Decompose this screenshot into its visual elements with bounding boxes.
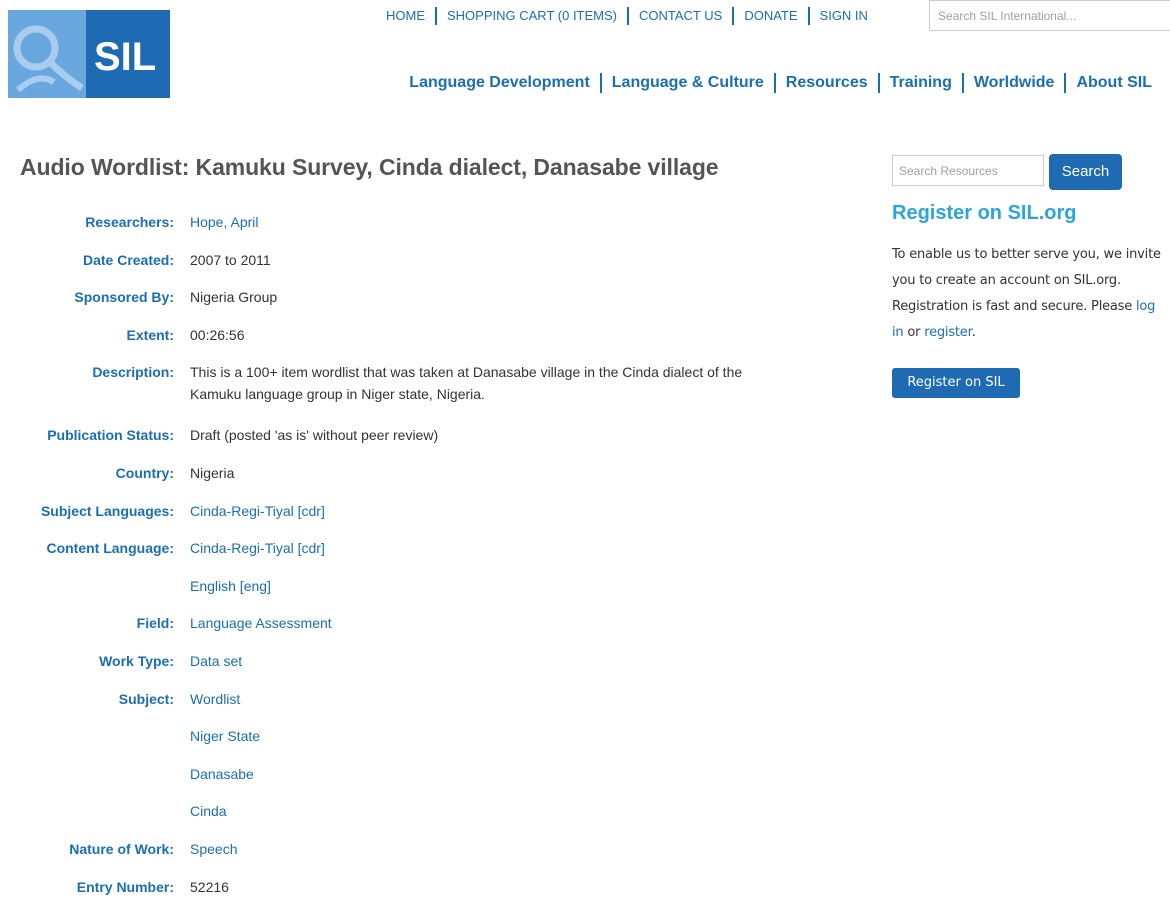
detail-value: 00:26:56 xyxy=(190,326,245,343)
detail-label: Description: xyxy=(92,364,174,381)
logo-text: SIL xyxy=(94,35,156,79)
detail-label: Sponsored By: xyxy=(74,289,174,306)
main-nav-about-sil[interactable]: About SIL xyxy=(1064,73,1162,93)
detail-value: Nigeria xyxy=(190,464,235,481)
util-nav-contact[interactable]: CONTACT US xyxy=(627,7,732,25)
resources-search-input[interactable] xyxy=(892,155,1044,186)
register-button[interactable]: Register on SIL xyxy=(892,368,1020,398)
detail-row-content-language-2: English [eng] xyxy=(0,575,790,613)
detail-row-work-type: Work Type: Data set xyxy=(0,650,790,688)
nature-link[interactable]: Speech xyxy=(190,841,237,857)
main-nav-language-culture[interactable]: Language & Culture xyxy=(599,73,774,93)
detail-row-sponsored: Sponsored By: Nigeria Group xyxy=(0,286,790,324)
content-language-link[interactable]: English [eng] xyxy=(190,578,271,594)
subject-link[interactable]: Niger State xyxy=(190,728,260,744)
register-heading: Register on SIL.org xyxy=(892,202,1077,224)
register-link[interactable]: register xyxy=(924,325,972,340)
detail-label: Nature of Work: xyxy=(69,840,174,857)
util-nav-donate[interactable]: DONATE xyxy=(732,7,807,25)
detail-value: 52216 xyxy=(190,878,229,895)
detail-row-description: Description: This is a 100+ item wordlis… xyxy=(0,361,790,424)
subject-link[interactable]: Danasabe xyxy=(190,766,254,782)
field-link[interactable]: Language Assessment xyxy=(190,615,332,631)
detail-row-extent: Extent: 00:26:56 xyxy=(0,324,790,362)
detail-label: Work Type: xyxy=(99,652,174,669)
researcher-link[interactable]: Hope, April xyxy=(190,214,258,230)
detail-row-field: Field: Language Assessment xyxy=(0,612,790,650)
util-nav-home[interactable]: HOME xyxy=(376,7,435,25)
register-text: To enable us to better serve you, we inv… xyxy=(892,247,1161,340)
sil-emblem-icon xyxy=(8,10,86,98)
detail-row-researchers: Researchers: Hope, April xyxy=(0,211,790,249)
main-nav: Language Development Language & Culture … xyxy=(399,72,1162,94)
content-language-link[interactable]: Cinda-Regi-Tiyal [cdr] xyxy=(190,540,325,556)
util-nav-sign-in[interactable]: SIGN IN xyxy=(807,7,878,25)
main-nav-resources[interactable]: Resources xyxy=(773,73,878,93)
detail-value: 2007 to 2011 xyxy=(190,251,271,268)
detail-value: This is a 100+ item wordlist that was ta… xyxy=(190,364,743,403)
detail-row-country: Country: Nigeria xyxy=(0,462,790,500)
detail-row-subject-3: Danasabe xyxy=(0,763,790,801)
site-search-input[interactable] xyxy=(929,0,1170,31)
detail-label: Country: xyxy=(115,464,174,481)
sil-wordmark: SIL xyxy=(86,10,170,98)
detail-label: Entry Number: xyxy=(76,878,174,895)
detail-row-content-language: Content Language: Cinda-Regi-Tiyal [cdr] xyxy=(0,537,790,575)
subject-link[interactable]: Wordlist xyxy=(190,691,240,707)
page-title: Audio Wordlist: Kamuku Survey, Cinda dia… xyxy=(20,154,719,180)
detail-value: Nigeria Group xyxy=(190,289,278,306)
main-nav-language-development[interactable]: Language Development xyxy=(399,73,599,93)
main-nav-worldwide[interactable]: Worldwide xyxy=(961,73,1065,93)
detail-label: Subject Languages: xyxy=(40,502,174,519)
util-nav-cart[interactable]: SHOPPING CART (0 ITEMS) xyxy=(435,7,627,25)
detail-row-subject-4: Cinda xyxy=(0,800,790,838)
detail-row-nature: Nature of Work: Speech xyxy=(0,838,790,876)
utility-nav: HOME SHOPPING CART (0 ITEMS) CONTACT US … xyxy=(376,7,878,25)
detail-row-date: Date Created: 2007 to 2011 xyxy=(0,249,790,287)
subject-language-link[interactable]: Cinda-Regi-Tiyal [cdr] xyxy=(190,503,325,519)
resource-details: Researchers: Hope, April Date Created: 2… xyxy=(0,211,790,897)
search-button[interactable]: Search xyxy=(1049,154,1122,190)
detail-label: Subject: xyxy=(118,690,174,707)
detail-label: Extent: xyxy=(126,326,174,343)
detail-row-subject: Subject: Wordlist xyxy=(0,688,790,726)
detail-label: Publication Status: xyxy=(47,427,174,444)
detail-row-subject-languages: Subject Languages: Cinda-Regi-Tiyal [cdr… xyxy=(0,500,790,538)
detail-label: Researchers: xyxy=(85,214,174,230)
detail-row-subject-2: Niger State xyxy=(0,725,790,763)
detail-row-entry-number: Entry Number: 52216 xyxy=(0,876,790,897)
sil-logo[interactable]: SIL xyxy=(8,10,170,98)
main-nav-training[interactable]: Training xyxy=(877,73,962,93)
detail-label: Content Language: xyxy=(46,540,174,557)
detail-label: Field: xyxy=(136,615,174,632)
subject-link[interactable]: Cinda xyxy=(190,803,227,819)
detail-value: Draft (posted 'as is' without peer revie… xyxy=(190,427,439,444)
work-type-link[interactable]: Data set xyxy=(190,653,242,669)
detail-label: Date Created: xyxy=(82,251,174,268)
detail-row-status: Publication Status: Draft (posted 'as is… xyxy=(0,424,790,462)
